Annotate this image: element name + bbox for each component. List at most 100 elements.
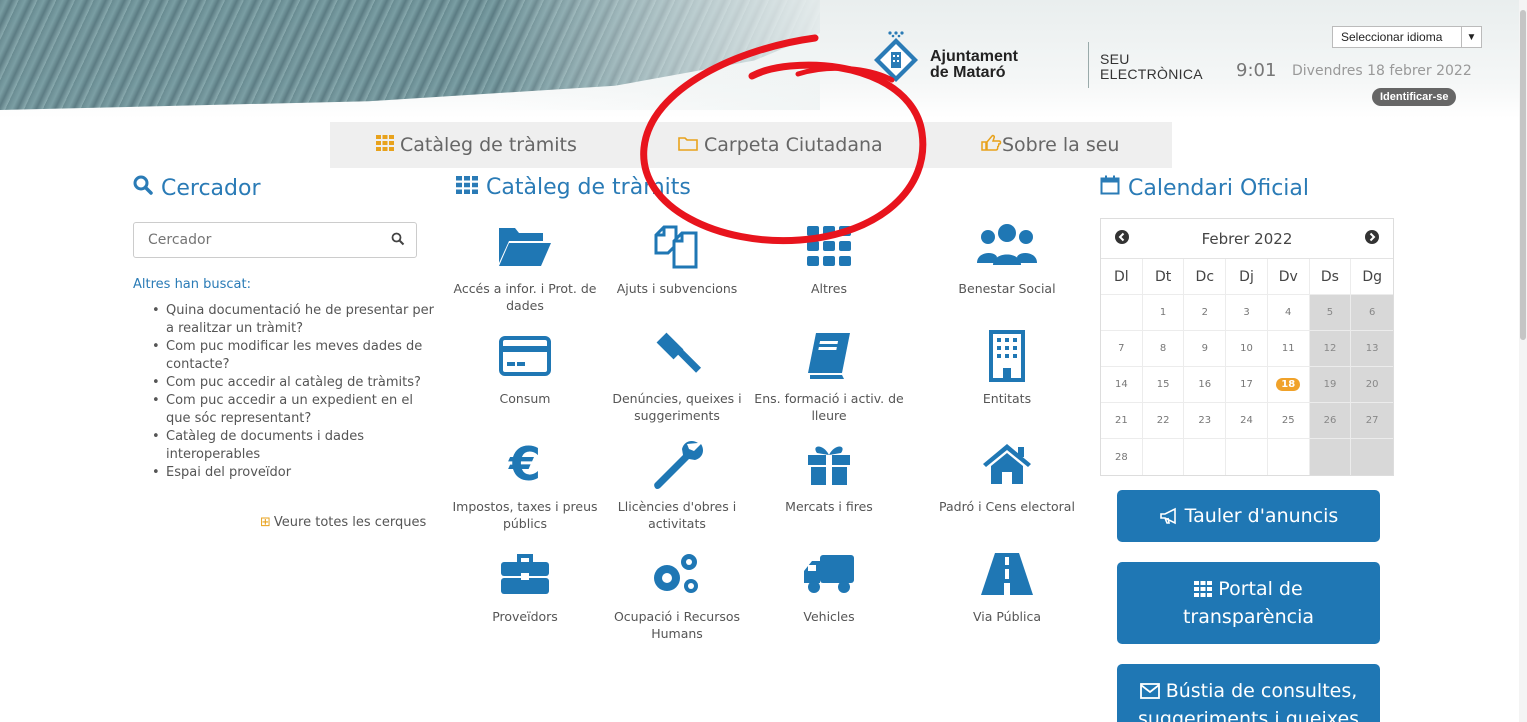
catalog-item-benestar[interactable]: Benestar Social: [932, 218, 1082, 297]
calendar-day[interactable]: 13: [1351, 331, 1394, 366]
ajuntament-logo-icon[interactable]: [868, 30, 924, 86]
list-item[interactable]: Espai del proveïdor: [150, 464, 440, 482]
bustia-consultes-button[interactable]: Bústia de consultes, suggeriments i quei…: [1117, 664, 1380, 722]
list-item[interactable]: Com puc accedir al catàleg de tràmits?: [150, 374, 440, 392]
calendar-day[interactable]: 26: [1309, 403, 1352, 438]
search-icon: [133, 175, 153, 201]
weekday-label: Dg: [1362, 268, 1382, 285]
calendar-day[interactable]: 9: [1184, 331, 1227, 366]
calendar-day-today[interactable]: 18: [1268, 367, 1310, 402]
weekday-label: Dj: [1226, 259, 1268, 294]
calendar-weekdays: Dl Dt Dc Dj Dv Ds Dg: [1101, 259, 1393, 295]
weekday-label: Dv: [1268, 259, 1310, 294]
folder-icon: [678, 135, 698, 156]
portal-transparencia-button[interactable]: Portal de transparència: [1117, 562, 1380, 644]
tab-sobre-la-seu[interactable]: Sobre la seu: [980, 134, 1119, 157]
see-all-searches-link[interactable]: ⊞ Veure totes les cerques: [260, 515, 426, 530]
calendar-day[interactable]: 22: [1143, 403, 1185, 438]
catalog-item-altres[interactable]: Altres: [754, 218, 904, 297]
grid-icon: [1194, 581, 1213, 597]
weekday-label: Dl: [1101, 259, 1143, 294]
calendar-day: [1184, 439, 1227, 475]
others-searched-list: Quina documentació he de presentar per a…: [150, 302, 440, 482]
catalog-item-llicencies[interactable]: Llicències d'obres i activitats: [602, 436, 752, 532]
catalog-item-vehicles[interactable]: Vehicles: [754, 546, 904, 625]
catalog-item-formacio[interactable]: Ens. formació i activ. de lleure: [754, 328, 904, 424]
tab-cataleg-label: Catàleg de tràmits: [400, 134, 577, 156]
catalog-item-ajuts[interactable]: Ajuts i subvencions: [602, 218, 752, 297]
calendar-day[interactable]: 28: [1101, 439, 1143, 475]
catalog-item-impostos[interactable]: € Impostos, taxes i preus públics: [450, 436, 600, 532]
calendar-day[interactable]: 17: [1226, 367, 1268, 402]
bullhorn-icon: [1159, 507, 1179, 525]
site-logo-text[interactable]: Ajuntament de Mataró: [930, 49, 1018, 81]
calendar-day[interactable]: 6: [1351, 295, 1394, 330]
list-item[interactable]: Quina documentació he de presentar per a…: [150, 302, 440, 338]
calendar-day[interactable]: 14: [1101, 367, 1143, 402]
calendar-day[interactable]: 1: [1143, 295, 1185, 330]
calendar-week: 21 22 23 24 25 26 27: [1101, 403, 1394, 439]
calendar-day[interactable]: 3: [1226, 295, 1268, 330]
calendar-day[interactable]: 23: [1184, 403, 1227, 438]
calendar-day[interactable]: 11: [1268, 331, 1310, 366]
catalog-item-ocupacio[interactable]: Ocupació i Recursos Humans: [602, 546, 752, 642]
language-select[interactable]: Seleccionar idioma ▼: [1332, 26, 1482, 48]
catalog-item-denuncies[interactable]: Denúncies, queixes i suggeriments: [602, 328, 752, 424]
list-item[interactable]: Com puc modificar les meves dades de con…: [150, 338, 440, 374]
calendar-day[interactable]: 5: [1309, 295, 1352, 330]
search-button-icon[interactable]: [380, 231, 416, 250]
login-button[interactable]: Identificar-se: [1372, 88, 1457, 106]
tab-carpeta-ciutadana[interactable]: Carpeta Ciutadana: [678, 134, 883, 156]
calendar-day[interactable]: 25: [1268, 403, 1310, 438]
calendar-day[interactable]: [1101, 295, 1143, 330]
calendar-day[interactable]: 10: [1226, 331, 1268, 366]
calendar-day[interactable]: 27: [1351, 403, 1394, 438]
calendar-day[interactable]: 4: [1268, 295, 1310, 330]
calendar-day[interactable]: 16: [1184, 367, 1227, 402]
calendar-day: [1226, 439, 1268, 475]
search-input[interactable]: [134, 223, 380, 257]
calendar-week: 1 2 3 4 5 6: [1101, 295, 1394, 331]
catalog-item-mercats[interactable]: Mercats i fires: [754, 436, 904, 515]
users-icon: [932, 218, 1082, 274]
list-item[interactable]: Com puc accedir a un expedient en el que…: [150, 392, 440, 428]
calendar-day[interactable]: 15: [1143, 367, 1185, 402]
catalog-item-acces-infor[interactable]: Accés a infor. i Prot. de dades: [450, 218, 600, 314]
chevron-right-icon[interactable]: [1351, 229, 1393, 248]
grid-icon: [754, 218, 904, 274]
copy-icon: [602, 218, 752, 274]
calendar-month: Febrer 2022: [1201, 229, 1293, 248]
catalog-heading: Catàleg de tràmits: [456, 175, 691, 200]
building-icon: [932, 328, 1082, 384]
page-scrollbar[interactable]: [1519, 0, 1527, 722]
calendar-day[interactable]: 7: [1101, 331, 1143, 366]
catalog-item-entitats[interactable]: Entitats: [932, 328, 1082, 407]
book-icon: [754, 328, 904, 384]
calendar-day[interactable]: 8: [1143, 331, 1185, 366]
calendar-day[interactable]: 24: [1226, 403, 1268, 438]
calendar-day[interactable]: 12: [1309, 331, 1352, 366]
calendar-day[interactable]: 21: [1101, 403, 1143, 438]
tab-cataleg[interactable]: Catàleg de tràmits: [376, 134, 577, 156]
catalog-item-proveidors[interactable]: Proveïdors: [450, 546, 600, 625]
gavel-icon: [602, 328, 752, 384]
tauler-anuncis-button[interactable]: Tauler d'anuncis: [1117, 490, 1380, 542]
calendar-day[interactable]: 20: [1351, 367, 1394, 402]
catalog-item-padro[interactable]: Padró i Cens electoral: [932, 436, 1082, 515]
clock-time: 9:01: [1236, 60, 1277, 81]
grid-icon: [456, 175, 478, 200]
catalog-item-consum[interactable]: Consum: [450, 328, 600, 407]
calendar-week: 14 15 16 17 18 19 20: [1101, 367, 1394, 403]
calendar-week: 7 8 9 10 11 12 13: [1101, 331, 1394, 367]
weekday-label: Dc: [1184, 259, 1227, 294]
calendar-day[interactable]: 2: [1184, 295, 1227, 330]
chevron-left-icon[interactable]: [1101, 229, 1143, 248]
calendar-day[interactable]: 19: [1309, 367, 1352, 402]
catalog-item-via-publica[interactable]: Via Pública: [932, 546, 1082, 625]
list-item[interactable]: Catàleg de documents i dades interoperab…: [150, 428, 440, 464]
scrollbar-thumb[interactable]: [1520, 10, 1526, 340]
search-field[interactable]: [133, 222, 417, 258]
tab-sobre-label: Sobre la seu: [1002, 134, 1120, 156]
weekday-label: Dt: [1143, 259, 1185, 294]
current-date: Divendres 18 febrer 2022: [1292, 63, 1472, 79]
